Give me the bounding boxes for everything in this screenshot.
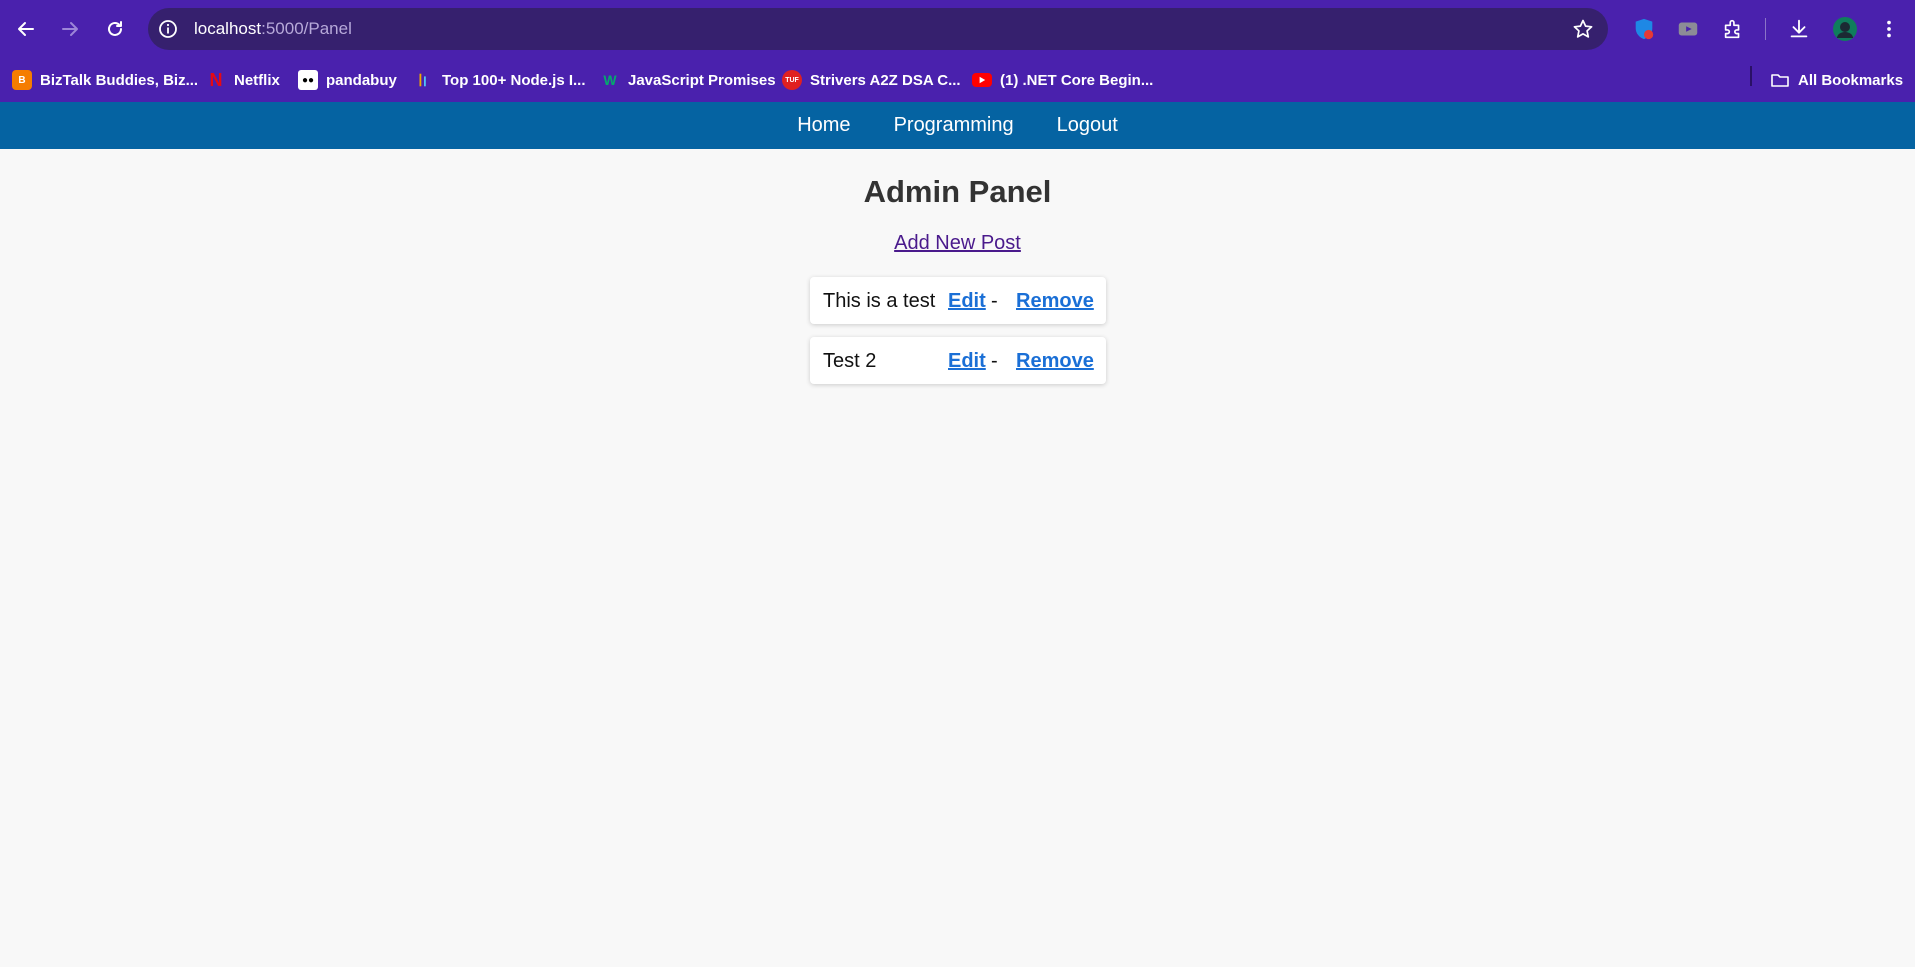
menu-kebab-icon[interactable]: [1876, 16, 1902, 42]
separator: -: [991, 350, 998, 372]
post-title: This is a test: [823, 290, 936, 312]
forward-button[interactable]: [55, 14, 85, 44]
profile-avatar-icon[interactable]: [1832, 16, 1858, 42]
arrow-right-icon: [62, 22, 78, 36]
info-icon[interactable]: [158, 19, 178, 39]
remove-link[interactable]: Remove: [1016, 290, 1094, 313]
bookmark-netflix[interactable]: N Netflix: [206, 66, 280, 94]
nav-home[interactable]: Home: [797, 114, 850, 137]
bookmark-label: JavaScript Promises: [628, 71, 776, 89]
separator: -: [991, 290, 998, 312]
add-post-container: Add New Post: [0, 232, 1915, 255]
all-bookmarks-label: All Bookmarks: [1798, 71, 1904, 89]
bookmarks-divider: [1750, 66, 1752, 86]
w3-icon: W: [603, 72, 617, 88]
bookmarks-bar: B BizTalk Buddies, Biz... N Netflix ●● p…: [0, 58, 1915, 102]
address-bar[interactable]: localhost:5000/Panel: [148, 8, 1608, 50]
post-title: Test 2: [823, 350, 877, 372]
tuf-icon: TUF: [782, 70, 802, 90]
toolbar-divider: [1765, 18, 1766, 40]
panda-icon: ●●: [298, 70, 318, 90]
bookmark-strivers[interactable]: TUF Strivers A2Z DSA C...: [782, 66, 961, 94]
edit-link[interactable]: Edit: [948, 350, 986, 373]
edit-link[interactable]: Edit: [948, 290, 986, 313]
reload-button[interactable]: [100, 14, 130, 44]
nav-programming[interactable]: Programming: [894, 114, 1014, 137]
bookmark-nodejs[interactable]: Top 100+ Node.js I...: [414, 66, 586, 94]
star-icon[interactable]: [1572, 18, 1594, 40]
download-icon[interactable]: [1786, 16, 1812, 42]
bookmark-biztalk[interactable]: B BizTalk Buddies, Biz...: [12, 66, 198, 94]
url-text[interactable]: localhost:5000/Panel: [194, 19, 352, 39]
post-card: This is a test Edit - Remove: [810, 277, 1106, 324]
back-button[interactable]: [11, 14, 41, 44]
bookmark-label: Netflix: [234, 71, 280, 89]
bookmark-label: Strivers A2Z DSA C...: [810, 71, 961, 89]
bookmark-pandabuy[interactable]: ●● pandabuy: [298, 66, 397, 94]
netflix-icon: N: [209, 69, 223, 90]
video-extension-icon[interactable]: [1675, 16, 1701, 42]
reload-icon: [108, 21, 122, 36]
site-navbar: Home Programming Logout: [0, 102, 1915, 149]
arrow-left-icon: [18, 22, 34, 36]
remove-link[interactable]: Remove: [1016, 350, 1094, 373]
all-bookmarks-button[interactable]: All Bookmarks: [1770, 66, 1903, 94]
page-title: Admin Panel: [863, 174, 1052, 209]
extension-shield-icon[interactable]: [1631, 16, 1657, 42]
bookmark-js-promises[interactable]: W JavaScript Promises: [600, 66, 776, 94]
nav-logout[interactable]: Logout: [1057, 114, 1118, 137]
blogger-icon: B: [12, 70, 32, 90]
bookmark-label: (1) .NET Core Begin...: [1000, 71, 1154, 89]
puzzle-icon[interactable]: [1720, 16, 1746, 42]
bookmark-label: pandabuy: [326, 71, 397, 89]
add-new-post-link[interactable]: Add New Post: [894, 232, 1021, 254]
youtube-icon: [972, 73, 992, 87]
folder-icon: [1771, 74, 1789, 87]
chart-bars-icon: [414, 70, 434, 90]
bookmark-label: Top 100+ Node.js I...: [442, 71, 586, 89]
browser-toolbar: localhost:5000/Panel: [0, 0, 1915, 58]
post-card: Test 2 Edit - Remove: [810, 337, 1106, 384]
bookmark-label: BizTalk Buddies, Biz...: [40, 71, 199, 89]
bookmark-netcore[interactable]: (1) .NET Core Begin...: [972, 66, 1153, 94]
